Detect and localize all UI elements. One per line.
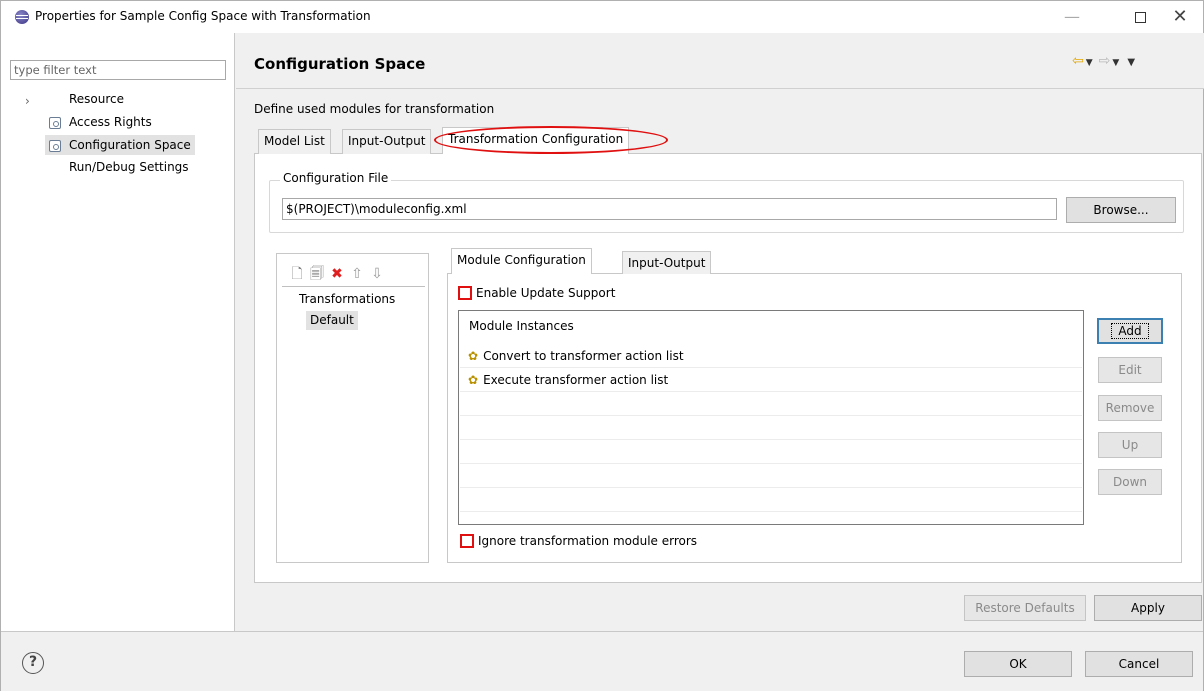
list-item-empty — [460, 488, 1082, 512]
help-icon[interactable]: ? — [22, 652, 44, 674]
configuration-file-input[interactable] — [282, 198, 1057, 220]
eclipse-icon — [15, 10, 29, 24]
move-up-icon[interactable]: ⇧ — [347, 266, 367, 282]
property-page-icon — [49, 139, 61, 152]
module-instances-list: Module Instances ✿ Convert to transformer… — [458, 310, 1084, 525]
expand-arrow-icon[interactable]: › — [25, 94, 30, 108]
module-gear-icon: ✿ — [468, 373, 479, 387]
page-description: Define used modules for transformation — [254, 102, 495, 116]
page-header: Configuration Space ⇦ ▼ ⇨ ▼ ▼ — [236, 33, 1204, 88]
module-instances-heading: Module Instances — [469, 319, 574, 333]
maximize-icon — [1134, 12, 1146, 23]
list-item[interactable]: ✿ Convert to transformer action list — [460, 344, 1082, 368]
browse-button[interactable]: Browse... — [1066, 197, 1176, 223]
transformations-toolbar: 🗋 🗐 ✖ ⇧ ⇩ — [287, 263, 387, 282]
transformations-heading: Transformations — [299, 292, 396, 306]
module-gear-icon: ✿ — [468, 349, 479, 363]
move-down-icon[interactable]: ⇩ — [367, 266, 387, 282]
close-button[interactable]: ✕ — [1157, 1, 1203, 33]
view-menu-icon[interactable]: ▼ — [1127, 57, 1135, 68]
tab-transformation-configuration[interactable]: Transformation Configuration — [442, 127, 630, 154]
configuration-file-legend: Configuration File — [280, 171, 392, 185]
tab-module-configuration[interactable]: Module Configuration — [451, 248, 592, 274]
list-item-empty — [460, 464, 1082, 488]
apply-button[interactable]: Apply — [1094, 595, 1202, 621]
tab-model-list[interactable]: Model List — [258, 129, 331, 154]
list-item[interactable]: ✿ Execute transformer action list — [460, 368, 1082, 392]
title-bar: Properties for Sample Config Space with … — [1, 1, 1203, 33]
tree-item-run-debug-settings[interactable]: Run/Debug Settings — [69, 160, 189, 178]
tab-inner-input-output[interactable]: Input-Output — [622, 251, 712, 274]
list-item-empty — [460, 440, 1082, 464]
toolbar-divider — [282, 286, 425, 287]
tree-item-resource[interactable]: Resource — [69, 92, 124, 110]
minimize-button[interactable]: — — [1049, 1, 1095, 33]
forward-dropdown-icon[interactable]: ▼ — [1112, 58, 1119, 68]
ignore-errors-checkbox[interactable] — [460, 534, 474, 548]
history-navigation: ⇦ ▼ ⇨ ▼ ▼ — [1072, 53, 1141, 69]
edit-button[interactable]: Edit — [1098, 357, 1162, 383]
tree-item-label: Resource — [69, 92, 125, 106]
filter-input[interactable] — [10, 60, 226, 80]
enable-update-checkbox[interactable] — [458, 286, 472, 300]
forward-arrow-icon[interactable]: ⇨ — [1099, 53, 1111, 69]
tree-item-label: Configuration Space — [69, 138, 191, 152]
down-button[interactable]: Down — [1098, 469, 1162, 495]
preferences-tree-panel: › Resource Access Rights Configuration S… — [1, 33, 235, 631]
up-button[interactable]: Up — [1098, 432, 1162, 458]
new-icon[interactable]: 🗋 — [287, 263, 307, 287]
tab-input-output[interactable]: Input-Output — [342, 129, 432, 154]
restore-defaults-button[interactable]: Restore Defaults — [964, 595, 1086, 621]
window-title: Properties for Sample Config Space with … — [35, 9, 371, 23]
page-title: Configuration Space — [254, 55, 426, 73]
tree-item-access-rights[interactable]: Access Rights — [49, 115, 152, 133]
list-item-empty — [460, 392, 1082, 416]
tree-item-label: Access Rights — [69, 115, 152, 129]
header-divider — [236, 88, 1204, 89]
add-button[interactable]: Add — [1097, 318, 1163, 344]
back-arrow-icon[interactable]: ⇦ — [1072, 53, 1084, 69]
back-dropdown-icon[interactable]: ▼ — [1086, 58, 1093, 68]
ignore-errors-label: Ignore transformation module errors — [478, 534, 698, 548]
tree-item-label: Run/Debug Settings — [69, 160, 189, 174]
tree-item-configuration-space[interactable]: Configuration Space — [45, 135, 195, 155]
property-page-icon — [49, 116, 61, 129]
remove-button[interactable]: Remove — [1098, 395, 1162, 421]
ok-button[interactable]: OK — [964, 651, 1072, 677]
properties-dialog: Properties for Sample Config Space with … — [0, 0, 1204, 691]
list-item-empty — [460, 416, 1082, 440]
delete-icon[interactable]: ✖ — [327, 266, 347, 282]
cancel-button[interactable]: Cancel — [1085, 651, 1193, 677]
copy-icon[interactable]: 🗐 — [307, 263, 327, 287]
list-item-default[interactable]: Default — [306, 311, 358, 330]
enable-update-label: Enable Update Support — [476, 286, 616, 300]
